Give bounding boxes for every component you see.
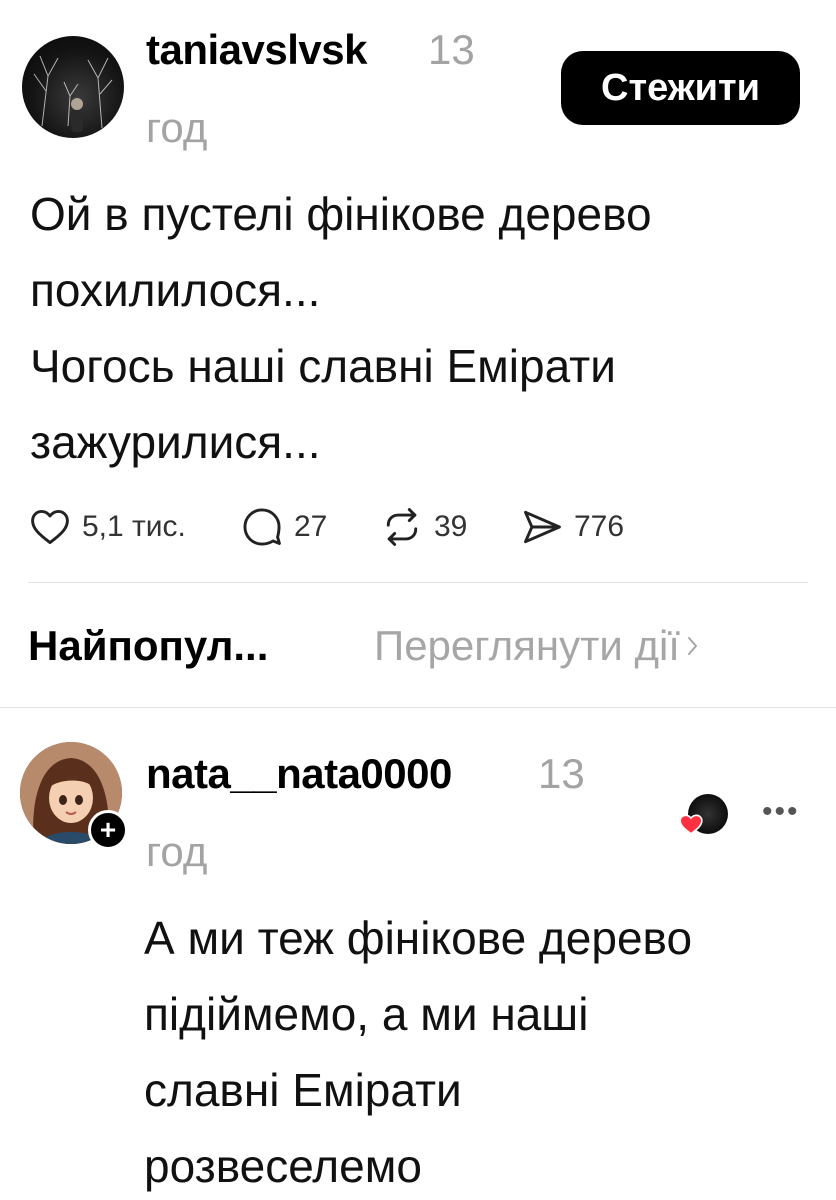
heart-filled-icon [678,812,704,841]
post-time-value: 13 [428,26,475,73]
reply-text-line: розвеселемо [144,1140,422,1192]
avatar-night-trees-image [33,55,113,132]
share-button[interactable]: 776 [520,505,624,549]
reply-text-line: славні Емірати [144,1064,462,1116]
replies-sort-dropdown[interactable]: Найпопул... [28,622,268,670]
reply-time-value: 13 [538,750,585,797]
like-button[interactable]: 5,1 тис. [28,505,186,549]
post-author-avatar[interactable] [22,36,124,138]
follow-button[interactable]: Стежити [561,51,800,125]
reply-button[interactable]: 27 [240,505,327,549]
send-icon [524,510,561,544]
reply-time-unit: год [146,828,208,875]
view-activity-link[interactable]: Переглянути дії [374,622,702,670]
view-activity-label: Переглянути дії [374,622,680,669]
post-text-line: похилилося... [30,264,321,316]
post-text-line: зажурилися... [30,416,321,468]
post-text-line: Чогось наші славні Емірати [30,340,616,392]
divider [0,707,836,708]
share-count: 776 [574,510,625,543]
reply-text-line: А ми теж фінікове дерево [144,912,693,964]
post-time-unit: год [146,104,208,151]
comment-bubble-icon [243,508,281,546]
repost-count: 39 [434,510,468,543]
more-options-icon[interactable]: ••• [762,795,800,829]
divider [28,582,808,583]
follow-plus-icon[interactable]: + [88,810,128,850]
chevron-right-icon [687,637,697,655]
heart-icon [31,509,69,545]
reply-text-line: підіймемо, а ми наші [144,988,589,1040]
repost-icon [386,508,418,546]
reply-count: 27 [294,510,328,543]
post-author-username[interactable]: taniavslvsk [146,26,368,74]
post-text-line: Ой в пустелі фінікове дерево [30,188,652,240]
repost-button[interactable]: 39 [380,505,467,549]
reply-author-username[interactable]: nata__nata0000 [146,750,452,798]
like-count: 5,1 тис. [82,510,186,543]
